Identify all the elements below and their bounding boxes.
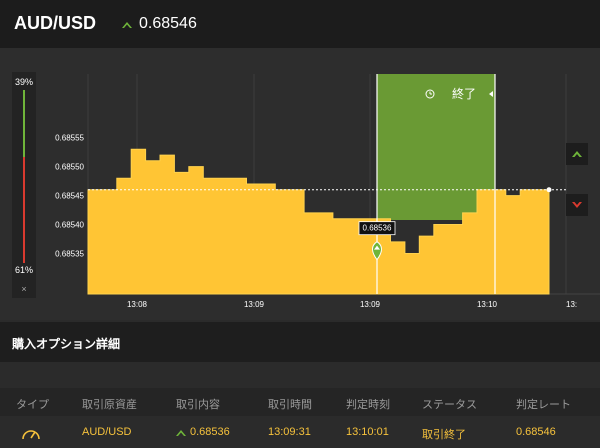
table-header: タイプ 取引原資産 取引内容 取引時間 判定時刻 ステータス 判定レート bbox=[0, 388, 600, 416]
entry-rate-text: 0.68536 bbox=[363, 224, 392, 233]
col-trade-time: 取引時間 bbox=[268, 399, 312, 411]
gauge-icon bbox=[22, 430, 40, 440]
row-status: 取引終了 bbox=[422, 429, 466, 441]
col-status: ステータス bbox=[422, 399, 477, 411]
price-chart: 0.685550.685500.685450.685400.68535 13:0… bbox=[55, 74, 600, 309]
purchase-details-bar[interactable]: 購入オプション詳細 bbox=[0, 322, 600, 362]
row-judge-rate: 0.68546 bbox=[516, 426, 556, 438]
x-tick-label: 13:09 bbox=[360, 300, 381, 309]
row-asset: AUD/USD bbox=[82, 426, 132, 438]
y-tick-label: 0.68550 bbox=[55, 163, 84, 172]
y-tick-label: 0.68545 bbox=[55, 192, 84, 201]
high-button[interactable] bbox=[566, 143, 588, 165]
y-tick-label: 0.68535 bbox=[55, 249, 84, 258]
x-axis-ticks: 13:08 13:09 13:09 13:10 13: bbox=[127, 300, 577, 309]
current-rate-value: 0.68546 bbox=[139, 15, 197, 32]
y-tick-label: 0.68540 bbox=[55, 221, 84, 230]
down-arrow-icon bbox=[572, 202, 582, 208]
row-trade-time: 13:09:31 bbox=[268, 426, 311, 438]
purchase-details-title: 購入オプション詳細 bbox=[12, 337, 121, 351]
asset-pair-title: AUD/USD bbox=[14, 13, 97, 33]
y-tick-label: 0.68555 bbox=[55, 134, 84, 143]
row-content-value: 0.68536 bbox=[190, 426, 230, 438]
table-row[interactable]: AUD/USD 0.68536 13:09:31 13:10:01 取引終了 0… bbox=[0, 418, 600, 448]
current-rate: 0.68546 bbox=[122, 15, 197, 33]
col-content: 取引内容 bbox=[176, 399, 220, 411]
col-type: タイプ bbox=[16, 399, 49, 411]
header: AUD/USD 0.68546 bbox=[0, 0, 600, 48]
row-judge-time: 13:10:01 bbox=[346, 426, 389, 438]
col-asset: 取引原資産 bbox=[82, 399, 137, 411]
x-tick-label: 13: bbox=[566, 300, 577, 309]
x-tick-label: 13:08 bbox=[127, 300, 148, 309]
row-content: 0.68536 bbox=[176, 426, 230, 438]
up-arrow-icon bbox=[122, 22, 132, 28]
current-rate-dot bbox=[546, 187, 552, 193]
x-tick-label: 13:10 bbox=[477, 300, 498, 309]
col-judge-rate: 判定レート bbox=[516, 399, 571, 411]
x-tick-label: 13:09 bbox=[244, 300, 265, 309]
up-arrow-icon bbox=[572, 151, 582, 157]
period-end-text: 終了 bbox=[452, 86, 476, 101]
low-button[interactable] bbox=[566, 194, 588, 216]
y-axis-ticks: 0.68555 0.68550 0.68545 0.68540 0.68535 bbox=[55, 134, 84, 259]
up-arrow-icon bbox=[176, 430, 186, 436]
col-judge-time: 判定時刻 bbox=[346, 399, 390, 411]
